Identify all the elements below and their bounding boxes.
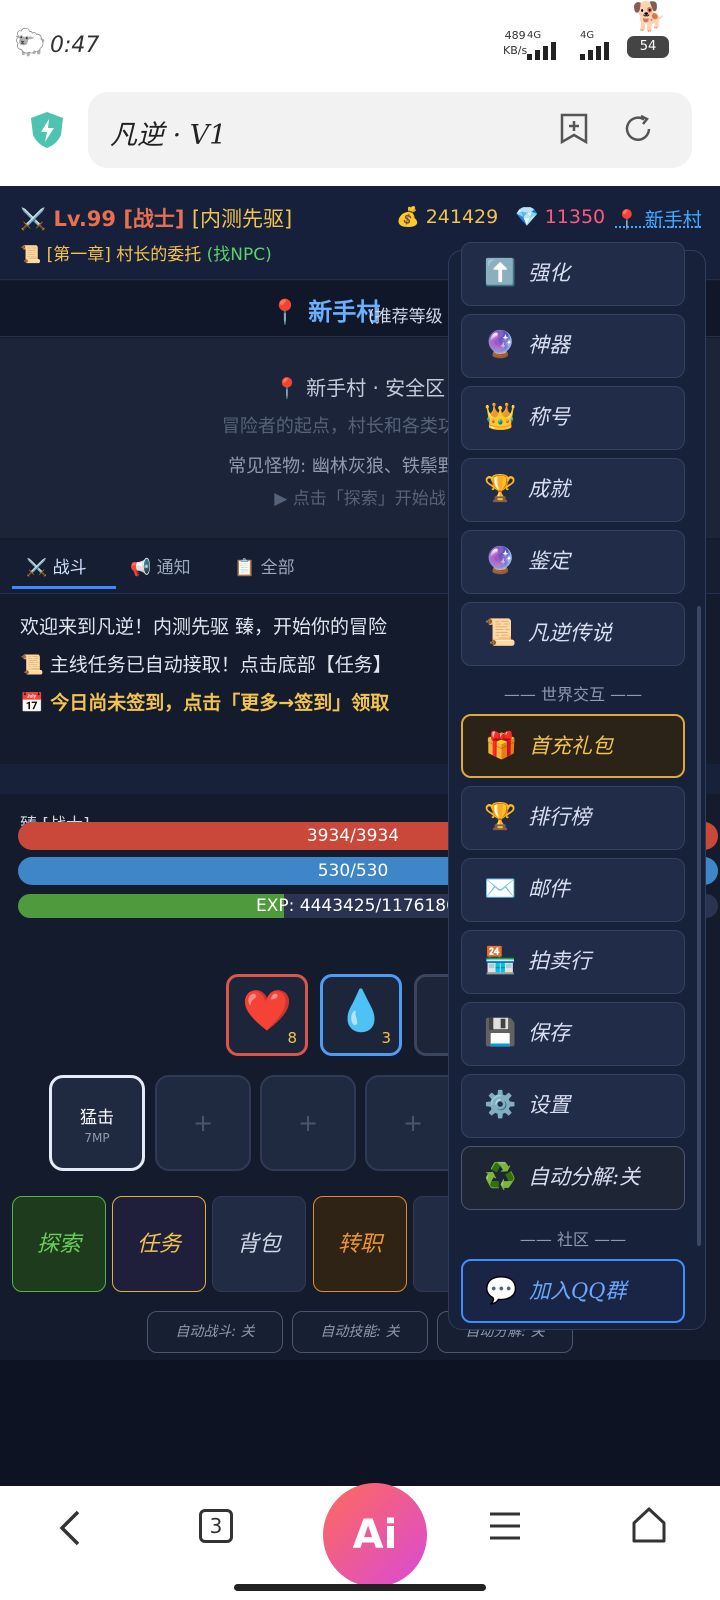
menu-item-leaderboard[interactable]: 🏆 排行榜: [461, 786, 685, 850]
class-change-button[interactable]: 转职: [313, 1196, 407, 1292]
envelope-icon: ✉️: [484, 874, 517, 904]
menu-item-auto-salvage[interactable]: ♻️ 自动分解:关: [461, 1146, 685, 1210]
tab-battle[interactable]: ⚔️ 战斗: [26, 553, 87, 578]
refresh-icon[interactable]: [622, 113, 654, 145]
player-level: ⚔️ Lv.99 [战士] [内测先驱]: [20, 207, 293, 231]
arrow-up-icon: ⬆️: [484, 258, 517, 288]
mp-potion-count: 3: [381, 1029, 391, 1047]
ai-assistant-button[interactable]: Ai: [323, 1483, 427, 1587]
home-icon[interactable]: [630, 1505, 668, 1545]
network-speed: 489 KB/s: [503, 29, 528, 57]
signal-2-icon: [580, 42, 609, 60]
skill-name: 猛击: [80, 1108, 114, 1128]
hp-potion-button[interactable]: ❤️ 8: [226, 974, 308, 1056]
location-title: 📍 新手村: [270, 298, 381, 326]
menu-item-settings[interactable]: ⚙️ 设置: [461, 1074, 685, 1138]
menu-item-first-recharge[interactable]: 🎁 首充礼包: [461, 714, 685, 778]
signal-1-label: 4G: [527, 30, 542, 41]
gold-count: 💰 241429: [396, 206, 499, 228]
gear-icon: ⚙️: [484, 1090, 517, 1120]
skill-slot-empty[interactable]: +: [260, 1075, 356, 1171]
skill-cost: 7MP: [84, 1131, 110, 1145]
menu-item-identify[interactable]: 🔮 鉴定: [461, 530, 685, 594]
gem-count: 💎 11350: [515, 206, 606, 228]
crystal-ball-icon: 🔮: [484, 330, 517, 360]
menu-item-auction[interactable]: 🏪 拍卖行: [461, 930, 685, 994]
add-bookmark-icon[interactable]: [559, 113, 589, 145]
skill-slot-empty[interactable]: +: [365, 1075, 461, 1171]
recycle-icon: ♻️: [484, 1162, 517, 1192]
crystal-ball-icon: 🔮: [484, 546, 517, 576]
recommended-level: (推荐等级: [368, 307, 443, 327]
log-line: 欢迎来到凡逆！内测先驱 臻，开始你的冒险: [20, 616, 388, 638]
footer-area: [0, 1360, 720, 1486]
crown-icon: 👑: [484, 402, 517, 432]
log-line: 📅 今日尚未签到，点击「更多→签到」领取: [20, 692, 390, 714]
tab-all[interactable]: 📋 全部: [234, 553, 295, 578]
home-indicator[interactable]: [234, 1584, 486, 1591]
explore-button[interactable]: 探索: [12, 1196, 106, 1292]
floppy-disk-icon: 💾: [484, 1018, 517, 1048]
menu-item-save[interactable]: 💾 保存: [461, 1002, 685, 1066]
scroll-icon: 📜: [484, 618, 517, 648]
location-link[interactable]: 📍 新手村: [615, 205, 702, 232]
trophy-icon: 🏆: [484, 802, 517, 832]
battery-indicator: 54: [627, 36, 669, 58]
menu-item-mail[interactable]: ✉️ 邮件: [461, 858, 685, 922]
auto-skill-toggle[interactable]: 自动技能: 关: [292, 1311, 428, 1353]
skill-slot-1[interactable]: 猛击 7MP: [49, 1075, 145, 1171]
exp-text: EXP: 4443425/1176180: [256, 896, 457, 916]
speech-bubble-icon: 💬: [485, 1276, 518, 1306]
back-icon[interactable]: [56, 1508, 84, 1548]
section-world: —— 世界交互 ——: [503, 685, 643, 704]
hp-potion-count: 8: [287, 1029, 297, 1047]
menu-item-achievement[interactable]: 🏆 成就: [461, 458, 685, 522]
menu-item-artifact[interactable]: 🔮 神器: [461, 314, 685, 378]
section-community: —— 社区 ——: [519, 1230, 627, 1249]
menu-item-join-qq[interactable]: 💬 加入QQ群: [461, 1259, 685, 1323]
heart-icon: ❤️: [242, 988, 292, 1034]
tab-notice[interactable]: 📢 通知: [130, 553, 191, 578]
tab-count-button[interactable]: 3: [199, 1509, 233, 1543]
quest-button[interactable]: 任务: [112, 1196, 206, 1292]
trophy-icon: 🏆: [484, 474, 517, 504]
clock: 0:47: [50, 33, 100, 58]
menu-icon[interactable]: [488, 1510, 522, 1542]
dog-sticker-icon: 🐕: [632, 0, 667, 33]
bag-button[interactable]: 背包: [212, 1196, 306, 1292]
droplet-icon: 💧: [336, 988, 386, 1034]
log-line: 📜 主线任务已自动接取！点击底部【任务】: [20, 654, 392, 676]
menu-item-title[interactable]: 👑 称号: [461, 386, 685, 450]
signal-2-label: 4G: [580, 30, 595, 41]
page-title[interactable]: 凡逆 · V1: [110, 113, 226, 152]
auto-battle-toggle[interactable]: 自动战斗: 关: [147, 1311, 283, 1353]
menu-scrollbar[interactable]: [697, 606, 701, 1246]
gift-icon: 🎁: [485, 731, 518, 761]
store-icon: 🏪: [484, 946, 517, 976]
menu-item-enhance[interactable]: ⬆️ 强化: [461, 242, 685, 306]
active-tab-indicator: [12, 586, 116, 589]
mp-potion-button[interactable]: 💧 3: [320, 974, 402, 1056]
exp-bar-fill: [18, 894, 284, 918]
sheep-sticker-icon: 🐑: [14, 28, 47, 58]
shield-icon[interactable]: [30, 111, 64, 149]
menu-item-legend[interactable]: 📜 凡逆传说: [461, 602, 685, 666]
title-tag: [内测先驱]: [191, 207, 293, 231]
current-quest[interactable]: 📜 [第一章] 村长的委托 (找NPC): [20, 240, 272, 265]
skill-slot-empty[interactable]: +: [155, 1075, 251, 1171]
signal-1-icon: [527, 42, 556, 60]
